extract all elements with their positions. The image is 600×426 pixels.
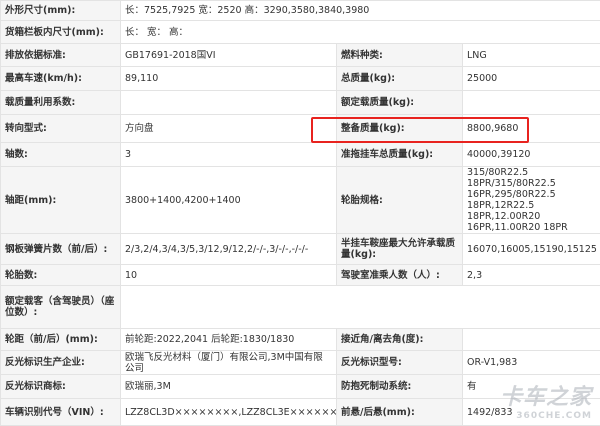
table-row: 反光标识商标: 欧瑞丽,3M 防抱死制动系统: 有 bbox=[1, 375, 600, 399]
label-cargo-box-size: 货箱栏板内尺寸(mm): bbox=[1, 21, 121, 44]
value-trailer-total-mass: 40000,39120 bbox=[463, 143, 600, 167]
table-row: 载质量利用系数: 额定载质量(kg): bbox=[1, 91, 600, 115]
label-reflector-brand: 反光标识商标: bbox=[1, 375, 121, 399]
value-rated-passengers bbox=[121, 286, 600, 329]
label-reflector-model: 反光标识型号: bbox=[337, 351, 463, 375]
label-abs: 防抱死制动系统: bbox=[337, 375, 463, 399]
value-emission-standard: GB17691-2018国VI bbox=[121, 44, 337, 67]
table-row: 车辆识别代号（VIN）: LZZ8CL3D××××××××,LZZ8CL3E××… bbox=[1, 399, 600, 426]
table-row: 轮胎数: 10 驾驶室准乘人数（人）: 2,3 bbox=[1, 265, 600, 286]
label-steering-type: 转向型式: bbox=[1, 115, 121, 143]
table-row: 转向型式: 方向盘 整备质量(kg): 8800,9680 bbox=[1, 115, 600, 143]
label-axle-count: 轴数: bbox=[1, 143, 121, 167]
tire-spec-line: 16PR,11.00R20 18PR bbox=[467, 222, 596, 233]
label-fuel-type: 燃料种类: bbox=[337, 44, 463, 67]
tire-spec-line: 16PR,295/80R22.5 bbox=[467, 189, 596, 200]
value-cab-capacity: 2,3 bbox=[463, 265, 600, 286]
value-tire-count: 10 bbox=[121, 265, 337, 286]
value-fuel-type: LNG bbox=[463, 44, 600, 67]
table-row: 排放依据标准: GB17691-2018国VI 燃料种类: LNG bbox=[1, 44, 600, 67]
value-gross-mass: 25000 bbox=[463, 67, 600, 91]
label-vin: 车辆识别代号（VIN）: bbox=[1, 399, 121, 426]
tire-spec-line: 315/80R22.5 bbox=[467, 167, 596, 178]
value-load-utilization bbox=[121, 91, 337, 115]
label-track-width: 轮距（前/后）(mm): bbox=[1, 329, 121, 351]
label-gross-mass: 总质量(kg): bbox=[337, 67, 463, 91]
value-wheelbase: 3800+1400,4200+1400 bbox=[121, 167, 337, 234]
value-dimensions: 长：7525,7925 宽：2520 高：3290,3580,3840,3980 bbox=[121, 1, 600, 21]
label-tire-spec: 轮胎规格: bbox=[337, 167, 463, 234]
value-track-width: 前轮距:2022,2041 后轮距:1830/1830 bbox=[121, 329, 337, 351]
table-row: 钢板弹簧片数（前/后）: 2/3,2/4,3/4,3/5,3/12,9/12,2… bbox=[1, 234, 600, 265]
spec-table: 外形尺寸(mm): 长：7525,7925 宽：2520 高：3290,3580… bbox=[0, 0, 600, 426]
value-curb-weight: 8800,9680 bbox=[463, 115, 600, 143]
label-trailer-total-mass: 准拖挂车总质量(kg): bbox=[337, 143, 463, 167]
table-row: 反光标识生产企业: 欧瑞飞反光材料（厦门）有限公司,3M中国有限公司 反光标识型… bbox=[1, 351, 600, 375]
value-reflector-manufacturer: 欧瑞飞反光材料（厦门）有限公司,3M中国有限公司 bbox=[121, 351, 337, 375]
value-reflector-model: OR-V1,983 bbox=[463, 351, 600, 375]
value-axle-count: 3 bbox=[121, 143, 337, 167]
table-row: 最高车速(km/h): 89,110 总质量(kg): 25000 bbox=[1, 67, 600, 91]
label-rated-load: 额定载质量(kg): bbox=[337, 91, 463, 115]
label-reflector-manufacturer: 反光标识生产企业: bbox=[1, 351, 121, 375]
table-row: 货箱栏板内尺寸(mm): 长： 宽： 高： bbox=[1, 21, 600, 44]
value-abs: 有 bbox=[463, 375, 600, 399]
table-row: 外形尺寸(mm): 长：7525,7925 宽：2520 高：3290,3580… bbox=[1, 1, 600, 21]
label-overhang: 前悬/后悬(mm): bbox=[337, 399, 463, 426]
label-load-utilization: 载质量利用系数: bbox=[1, 91, 121, 115]
value-tire-spec: 315/80R22.5 18PR/315/80R22.5 16PR,295/80… bbox=[463, 167, 600, 234]
value-cargo-box-size: 长： 宽： 高： bbox=[121, 21, 600, 44]
tire-spec-line: 18PR,12R22.5 18PR,12.00R20 bbox=[467, 200, 596, 222]
value-fifth-wheel-load: 16070,16005,15190,15125 bbox=[463, 234, 600, 265]
value-rated-load bbox=[463, 91, 600, 115]
table-row: 轴数: 3 准拖挂车总质量(kg): 40000,39120 bbox=[1, 143, 600, 167]
label-emission-standard: 排放依据标准: bbox=[1, 44, 121, 67]
label-wheelbase: 轴距(mm): bbox=[1, 167, 121, 234]
value-approach-departure-angle bbox=[463, 329, 600, 351]
label-cab-capacity: 驾驶室准乘人数（人）: bbox=[337, 265, 463, 286]
value-steering-type: 方向盘 bbox=[121, 115, 337, 143]
value-overhang: 1492/833 bbox=[463, 399, 600, 426]
label-max-speed: 最高车速(km/h): bbox=[1, 67, 121, 91]
label-curb-weight: 整备质量(kg): bbox=[337, 115, 463, 143]
value-reflector-brand: 欧瑞丽,3M bbox=[121, 375, 337, 399]
label-approach-departure-angle: 接近角/离去角(度): bbox=[337, 329, 463, 351]
label-tire-count: 轮胎数: bbox=[1, 265, 121, 286]
table-row: 额定载客（含驾驶员）（座位数）: bbox=[1, 286, 600, 329]
label-dimensions: 外形尺寸(mm): bbox=[1, 1, 121, 21]
label-rated-passengers: 额定载客（含驾驶员）（座位数）: bbox=[1, 286, 121, 329]
value-leaf-springs: 2/3,2/4,3/4,3/5,3/12,9/12,2/-/-,3/-/-,-/… bbox=[121, 234, 337, 265]
label-fifth-wheel-load: 半挂车鞍座最大允许承载质量(kg): bbox=[337, 234, 463, 265]
table-row: 轴距(mm): 3800+1400,4200+1400 轮胎规格: 315/80… bbox=[1, 167, 600, 234]
label-leaf-springs: 钢板弹簧片数（前/后）: bbox=[1, 234, 121, 265]
table-row: 轮距（前/后）(mm): 前轮距:2022,2041 后轮距:1830/1830… bbox=[1, 329, 600, 351]
value-vin: LZZ8CL3D××××××××,LZZ8CL3E×××××××× bbox=[121, 399, 337, 426]
tire-spec-line: 18PR/315/80R22.5 bbox=[467, 178, 596, 189]
value-max-speed: 89,110 bbox=[121, 67, 337, 91]
